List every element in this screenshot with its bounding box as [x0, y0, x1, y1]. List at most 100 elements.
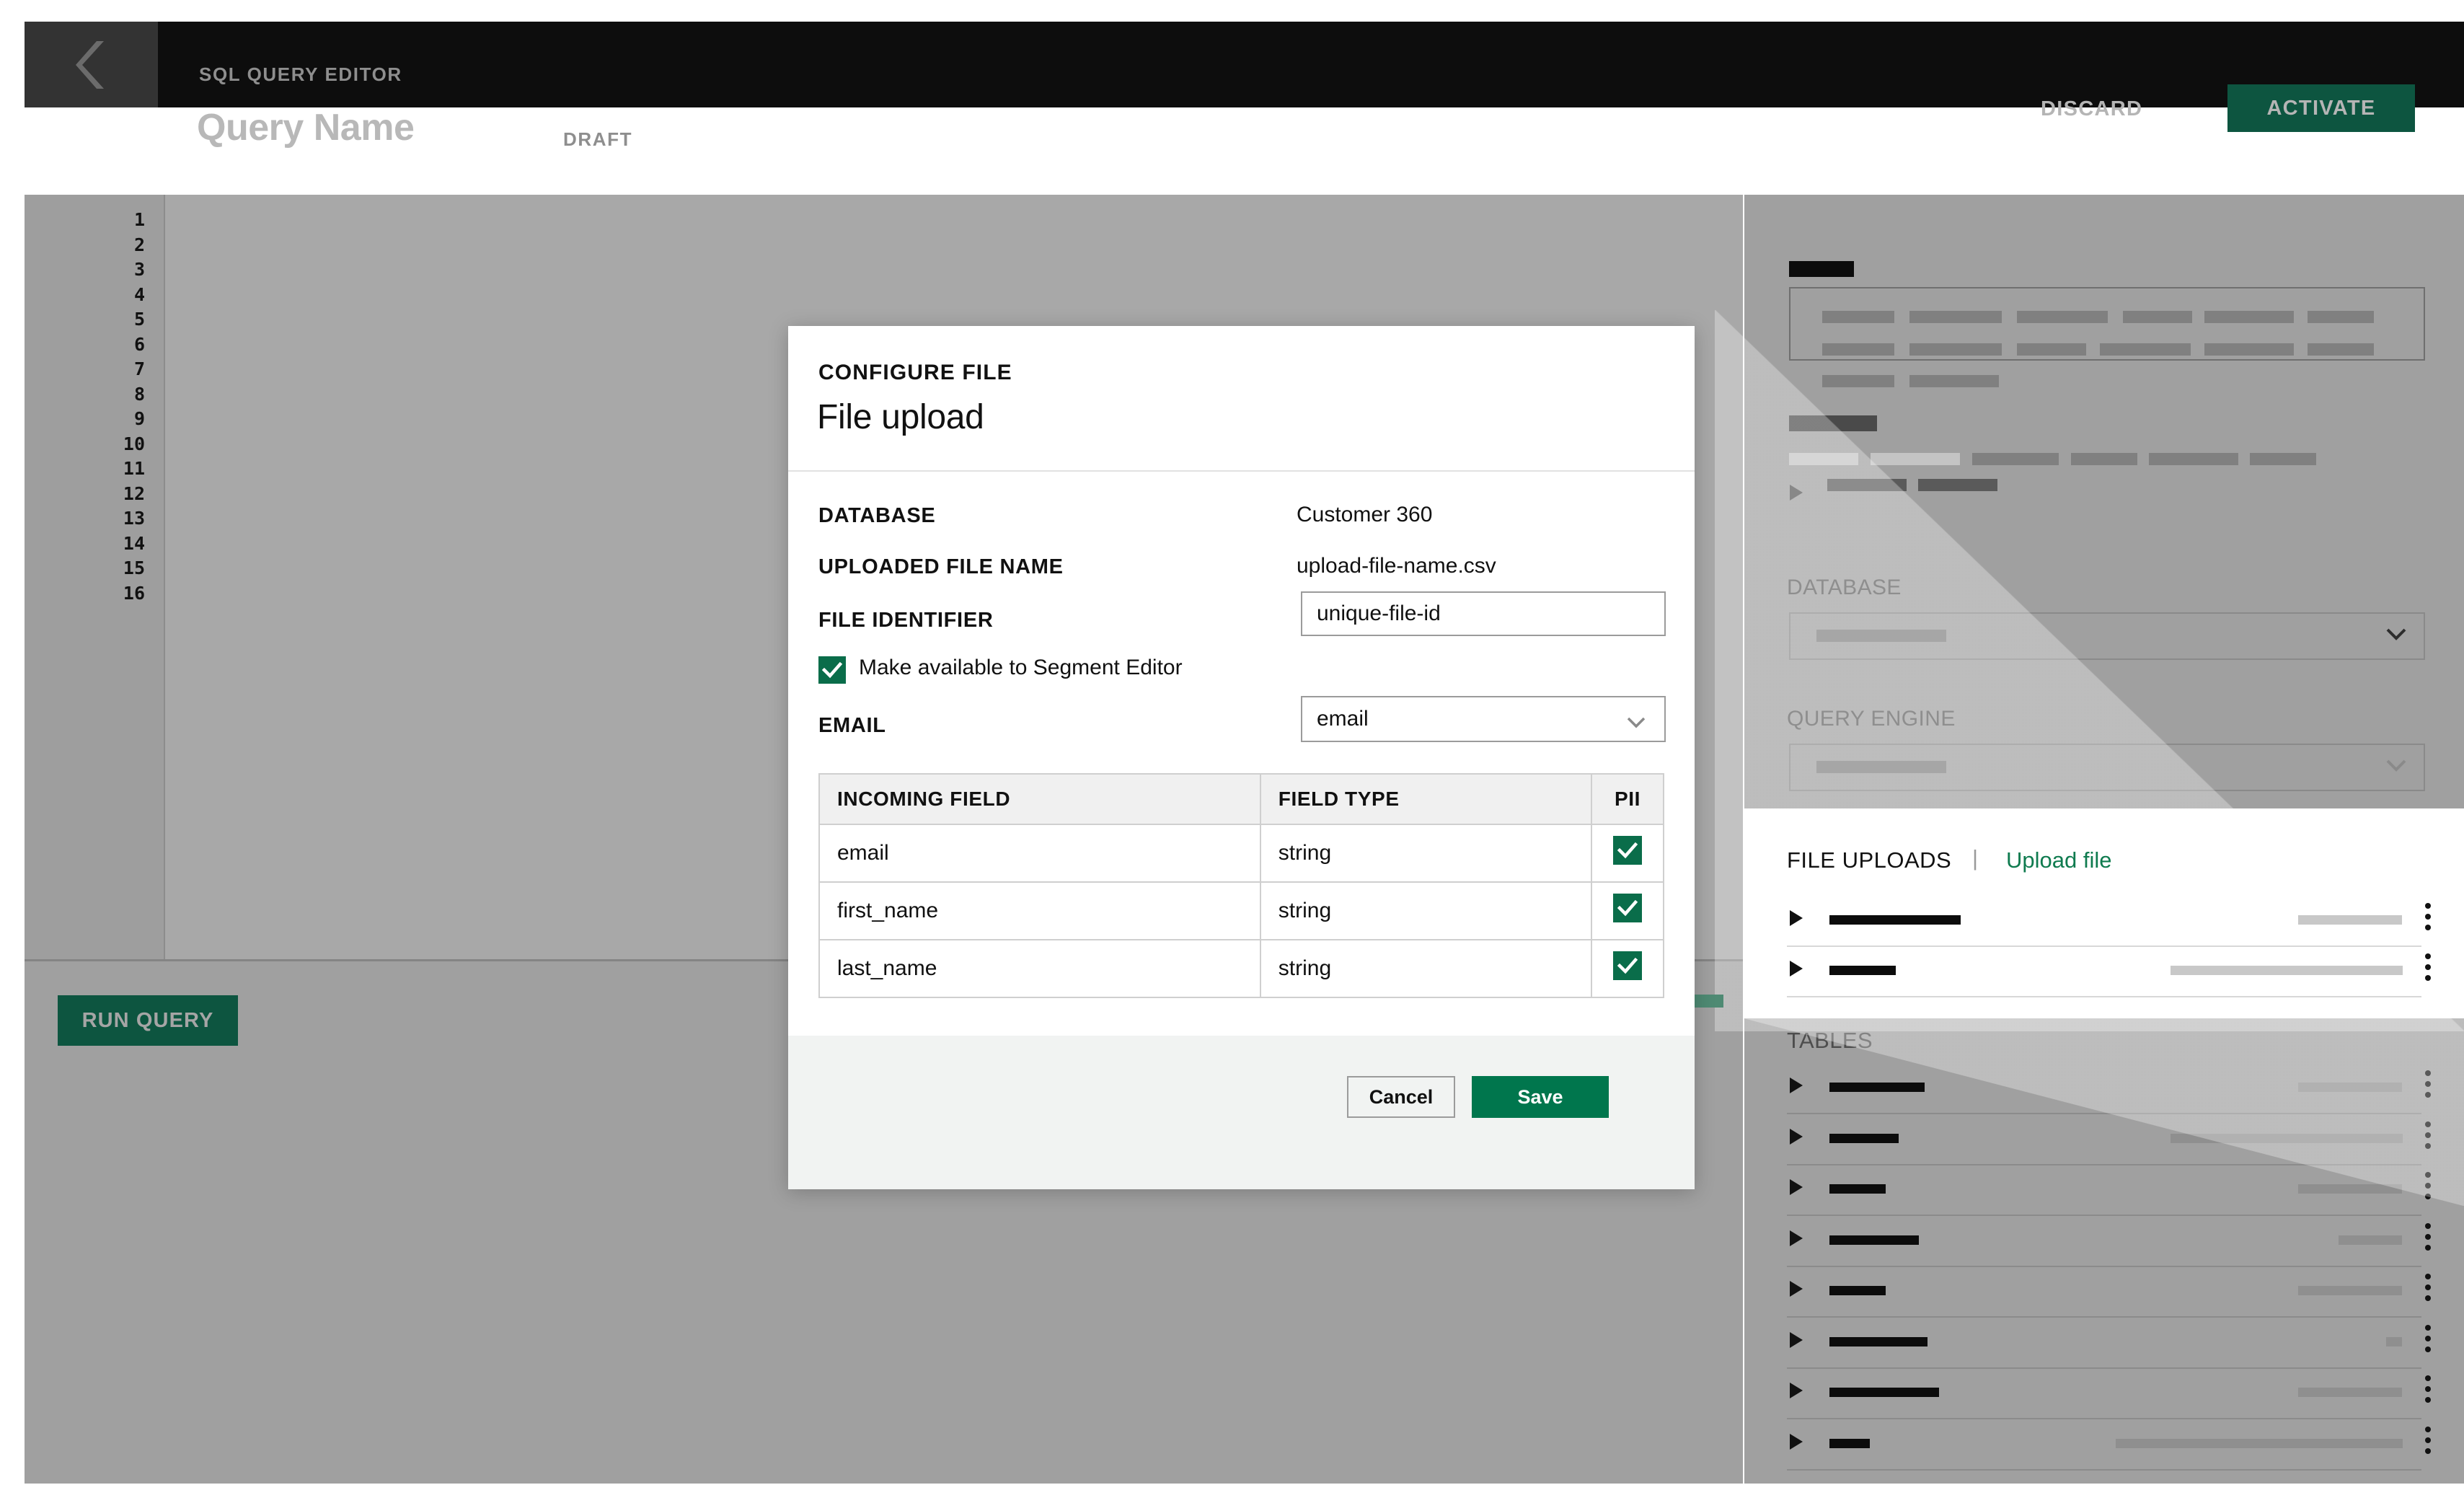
skeleton-chip [2298, 1388, 2402, 1397]
row-divider [1787, 1316, 2421, 1318]
segment-editor-checkbox-label: Make available to Segment Editor [859, 656, 1183, 679]
skeleton-chip [2298, 915, 2402, 925]
skeleton-chip [2298, 1286, 2402, 1295]
skeleton-chip [1909, 343, 2002, 356]
skeleton-chip [1822, 311, 1894, 323]
kebab-menu-icon[interactable] [2425, 1324, 2431, 1357]
skeleton-chip [2171, 1133, 2403, 1143]
line-number: 10 [123, 433, 145, 454]
skeleton-chip [1829, 1336, 1928, 1346]
skeleton-chip [2149, 453, 2238, 465]
triangle-right-icon[interactable] [1790, 1281, 1803, 1297]
file-identifier-input[interactable]: unique-file-id [1301, 591, 1666, 636]
run-query-button[interactable]: RUN QUERY [58, 995, 238, 1046]
skeleton-chip [1822, 375, 1894, 387]
kebab-menu-icon[interactable] [2425, 1070, 2431, 1103]
chevron-down-icon [2386, 759, 2406, 776]
upload-file-link[interactable]: Upload file [2006, 847, 2111, 873]
chevron-down-icon [1627, 710, 1646, 735]
kebab-menu-icon[interactable] [2425, 1375, 2431, 1408]
chevron-left-icon [75, 38, 108, 92]
skeleton-chip [2308, 343, 2374, 356]
line-number: 9 [133, 408, 145, 429]
line-number: 15 [123, 557, 145, 578]
pii-checkbox[interactable] [1613, 894, 1642, 922]
skeleton-chip [2071, 453, 2137, 465]
row-divider [1787, 1468, 2421, 1471]
skeleton-chip [1816, 630, 1946, 642]
kebab-menu-icon[interactable] [2425, 1426, 2431, 1459]
kebab-menu-icon[interactable] [2425, 1222, 2431, 1256]
triangle-right-icon[interactable] [1790, 1230, 1803, 1246]
table-row: last_name string [818, 939, 1664, 998]
table-row: first_name string [818, 881, 1664, 940]
triangle-right-icon[interactable] [1790, 1077, 1803, 1093]
email-select[interactable]: email [1301, 696, 1666, 742]
triangle-right-icon[interactable] [1790, 1383, 1803, 1398]
table-row: email string [818, 824, 1664, 883]
segment-editor-checkbox[interactable] [818, 656, 846, 684]
database-label: DATABASE [1787, 576, 1902, 599]
table-header-row: INCOMING FIELD FIELD TYPE PII [818, 773, 1664, 825]
skeleton-chip [1829, 1388, 1939, 1397]
skeleton-chip [1871, 453, 1960, 465]
skeleton-chip [2017, 311, 2108, 323]
kebab-menu-icon[interactable] [2425, 1121, 2431, 1154]
separator: | [1972, 845, 1979, 870]
triangle-right-icon[interactable] [1790, 1433, 1803, 1450]
skeleton-chip [2308, 311, 2374, 323]
cell-field-type: string [1259, 939, 1593, 998]
cell-pii [1591, 824, 1664, 883]
file-uploads-panel [1744, 808, 2464, 1018]
skeleton-chip [2386, 1336, 2402, 1346]
row-divider [1787, 1215, 2421, 1216]
triangle-right-icon[interactable] [1790, 485, 1803, 501]
line-number: 3 [133, 259, 145, 280]
triangle-right-icon[interactable] [1790, 1128, 1803, 1145]
database-select[interactable] [1789, 612, 2425, 660]
email-field-label: EMAIL [818, 714, 886, 737]
line-number: 1 [133, 209, 145, 230]
skeleton-chip [2204, 343, 2294, 356]
modal-body: DATABASE Customer 360 UPLOADED FILE NAME… [788, 472, 1695, 1036]
skeleton-chip [1909, 311, 2002, 323]
query-engine-label: QUERY ENGINE [1787, 707, 1956, 731]
line-number: 12 [123, 482, 145, 504]
line-number: 11 [123, 458, 145, 479]
skeleton-chip [1822, 343, 1894, 356]
pii-checkbox[interactable] [1613, 836, 1642, 865]
skeleton-chip [2204, 311, 2294, 323]
save-button[interactable]: Save [1472, 1076, 1609, 1118]
line-number: 6 [133, 333, 145, 355]
line-number: 16 [123, 582, 145, 604]
kebab-menu-icon[interactable] [2425, 1172, 2431, 1204]
row-divider [1787, 996, 2421, 997]
modal-footer: Cancel Save [788, 1036, 1695, 1189]
uploaded-file-name-label: UPLOADED FILE NAME [818, 555, 1064, 578]
query-engine-select[interactable] [1789, 744, 2425, 791]
page-title: Query Name [197, 107, 415, 149]
pii-checkbox[interactable] [1613, 951, 1642, 980]
kebab-menu-icon[interactable] [2425, 953, 2431, 986]
line-number: 5 [133, 309, 145, 330]
skeleton-chip [2339, 1235, 2402, 1245]
activate-button[interactable]: ACTIVATE [2227, 84, 2415, 132]
back-button[interactable] [25, 22, 158, 107]
triangle-right-icon[interactable] [1790, 961, 1803, 977]
discard-button[interactable]: DISCARD [2041, 97, 2142, 121]
skeleton-chip [1829, 1083, 1925, 1092]
skeleton-chip [2116, 1438, 2403, 1448]
kebab-menu-icon[interactable] [2425, 1274, 2431, 1306]
cancel-button[interactable]: Cancel [1347, 1076, 1455, 1118]
app-screen: SQL QUERY EDITOR Query Name DRAFT DISCAR… [0, 0, 2464, 1503]
skeleton-chip [2171, 966, 2403, 975]
triangle-right-icon[interactable] [1790, 1331, 1803, 1348]
kebab-menu-icon[interactable] [2425, 903, 2431, 935]
skeleton-chip [2298, 1184, 2402, 1194]
file-identifier-label: FILE IDENTIFIER [818, 609, 994, 632]
triangle-right-icon[interactable] [1790, 1179, 1803, 1195]
triangle-right-icon[interactable] [1790, 910, 1803, 926]
cell-field-type: string [1259, 824, 1593, 883]
resize-handle[interactable] [1690, 995, 1723, 1008]
skeleton-chip [1972, 453, 2059, 465]
